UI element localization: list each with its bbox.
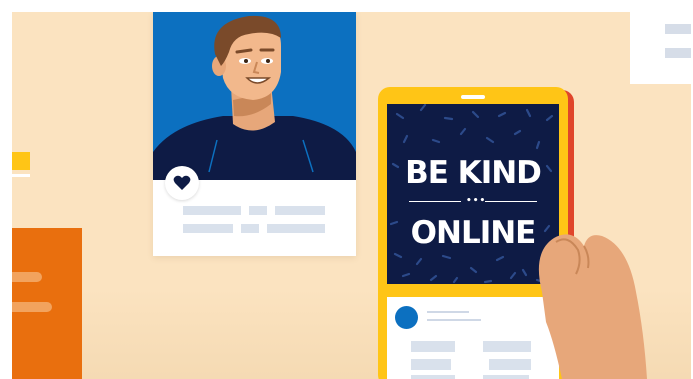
white-line-decoration	[12, 174, 30, 177]
person-illustration	[153, 15, 356, 180]
post-meta-line	[427, 319, 481, 321]
phone-speaker	[461, 95, 485, 99]
corner-card-decoration	[630, 12, 691, 84]
avatar-icon	[395, 306, 418, 329]
illustration-scene: BE KIND ••• ONLINE	[12, 12, 691, 379]
post-text-placeholder	[411, 341, 455, 352]
hand-illustration	[538, 234, 647, 379]
headline-divider-left	[409, 201, 461, 202]
post-text-placeholder	[411, 359, 451, 370]
post-text-placeholder	[489, 359, 531, 370]
text-placeholder	[267, 224, 325, 233]
orange-card-decoration	[12, 228, 82, 379]
post-name-line	[427, 311, 469, 313]
like-button[interactable]	[165, 166, 199, 200]
orange-card-line	[12, 302, 52, 312]
post-text-placeholder	[483, 341, 531, 352]
text-placeholder	[241, 224, 259, 233]
headline-divider-dots: •••	[466, 196, 487, 206]
orange-card-line	[12, 272, 42, 282]
yellow-tab-decoration	[12, 152, 30, 170]
text-placeholder	[275, 206, 325, 215]
post-text-placeholder	[411, 375, 455, 379]
corner-card-line	[665, 48, 691, 58]
profile-card	[153, 12, 356, 256]
post-text-placeholder	[483, 375, 529, 379]
text-placeholder	[183, 206, 241, 215]
video-frame: BE KIND ••• ONLINE	[0, 0, 693, 379]
profile-photo	[153, 12, 356, 180]
text-placeholder	[249, 206, 267, 215]
headline-be-kind: BE KIND	[405, 155, 542, 191]
corner-card-line	[665, 24, 691, 34]
heart-icon	[173, 175, 191, 190]
headline-divider-right	[485, 201, 537, 202]
text-placeholder	[183, 224, 233, 233]
